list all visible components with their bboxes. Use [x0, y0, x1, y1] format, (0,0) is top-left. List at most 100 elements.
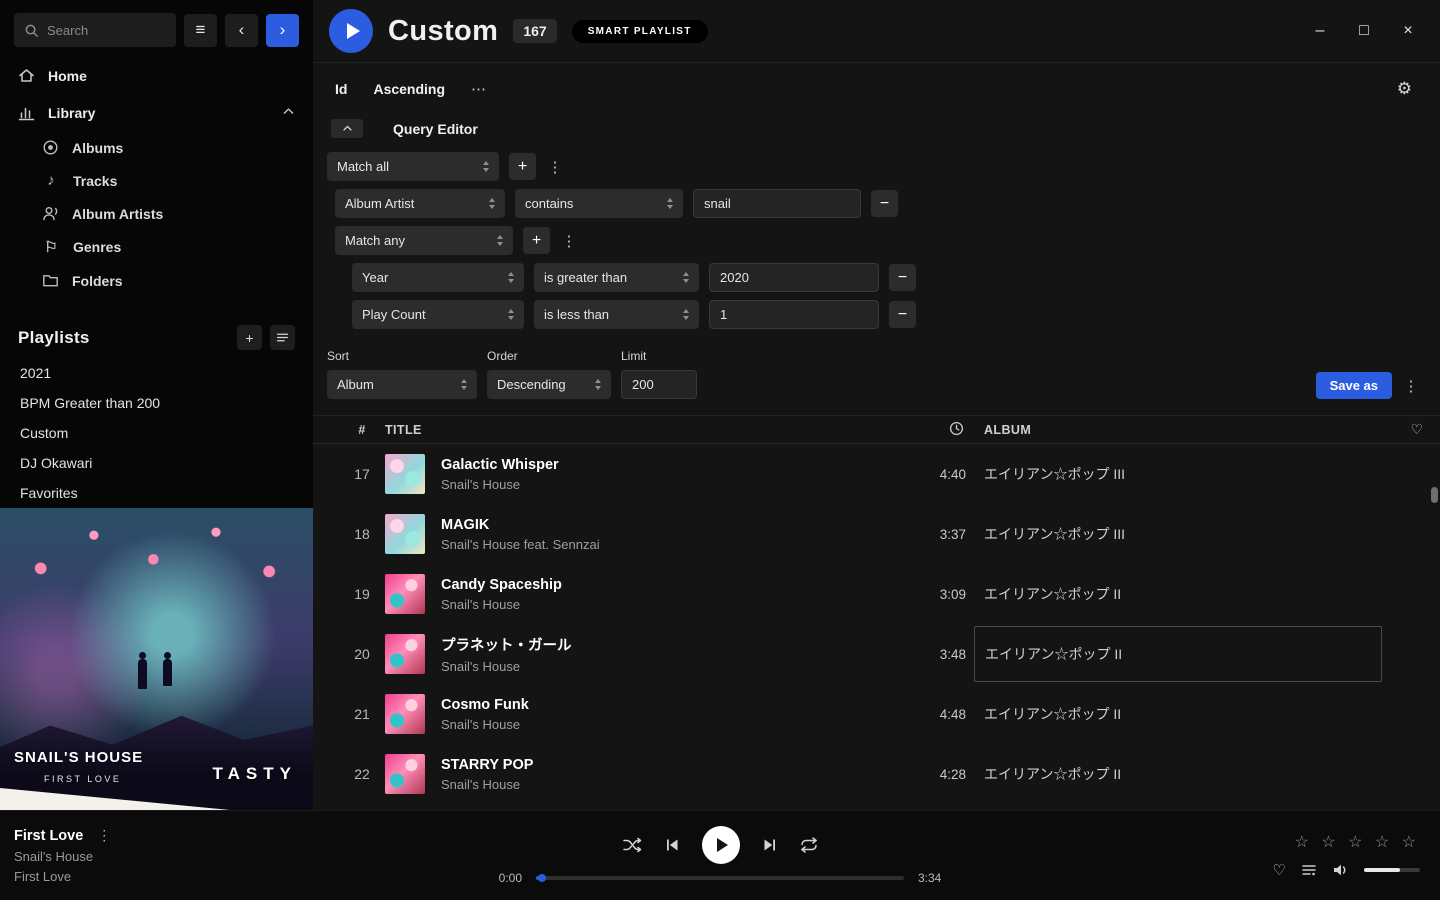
minimize-button[interactable]: – — [1312, 22, 1328, 40]
queue-icon[interactable] — [1301, 862, 1317, 878]
track-duration: 3:48 — [898, 647, 968, 662]
sort-field-button[interactable]: Id — [335, 81, 347, 97]
collapse-query-editor-button[interactable] — [331, 119, 363, 138]
track-title: プラネット・ガール — [441, 634, 898, 655]
track-album: エイリアン☆ポップ II — [984, 704, 1394, 724]
close-button[interactable]: × — [1400, 22, 1416, 40]
hamburger-icon: ≡ — [196, 20, 206, 40]
order-select[interactable]: Descending — [487, 370, 611, 399]
table-row[interactable]: 18 MAGIK Snail's House feat. Sennzai 3:3… — [313, 504, 1440, 564]
rule-value-input[interactable]: 1 — [709, 300, 879, 329]
sidebar-item-home[interactable]: Home — [0, 57, 313, 94]
settings-gear-icon[interactable]: ⚙ — [1397, 79, 1420, 99]
remove-rule-button[interactable]: − — [889, 264, 916, 291]
add-rule-button[interactable]: + — [509, 153, 536, 180]
favorite-heart-icon[interactable]: ♡ — [1273, 861, 1286, 879]
library-icon — [18, 104, 35, 121]
rule-operator-select[interactable]: contains — [515, 189, 683, 218]
playlist-item-bpm[interactable]: BPM Greater than 200 — [0, 388, 313, 418]
select-value: contains — [525, 196, 573, 211]
track-menu-button[interactable]: ⋮ — [97, 827, 111, 844]
menu-button[interactable]: ≡ — [184, 14, 217, 47]
remove-rule-button[interactable]: − — [889, 301, 916, 328]
rating-stars[interactable]: ☆ ☆ ☆ ☆ ☆ — [1295, 832, 1421, 852]
sort-select[interactable]: Album — [327, 370, 477, 399]
repeat-icon[interactable] — [800, 837, 818, 853]
library-collapse-toggle[interactable] — [282, 105, 295, 121]
rule-field-select[interactable]: Year — [352, 263, 524, 292]
table-row[interactable]: 19 Candy Spaceship Snail's House 3:09 エイ… — [313, 564, 1440, 624]
table-row[interactable]: 21 Cosmo Funk Snail's House 4:48 エイリアン☆ポ… — [313, 684, 1440, 744]
playlist-item-2021[interactable]: 2021 — [0, 358, 313, 388]
player-extras: ♡ — [1273, 861, 1420, 879]
save-as-button[interactable]: Save as — [1316, 372, 1392, 399]
rule-operator-select[interactable]: is less than — [534, 300, 699, 329]
playlist-item-dj-okawari[interactable]: DJ Okawari — [0, 448, 313, 478]
track-title-cell: STARRY POP Snail's House — [441, 757, 898, 792]
nav-back-button[interactable]: ‹ — [225, 14, 258, 47]
seek-bar[interactable] — [536, 876, 904, 880]
duration-clock-icon[interactable] — [949, 421, 968, 439]
track-title-cell: Candy Spaceship Snail's House — [441, 577, 898, 612]
nav-forward-button[interactable]: › — [266, 14, 299, 47]
add-playlist-button[interactable]: + — [237, 325, 262, 350]
playlist-item-favorites[interactable]: Favorites — [0, 478, 313, 508]
volume-slider[interactable] — [1364, 868, 1420, 872]
rule-operator-select[interactable]: is greater than — [534, 263, 699, 292]
volume-icon[interactable] — [1332, 862, 1349, 878]
play-icon — [347, 23, 360, 39]
sidebar-item-genres[interactable]: ⚐ Genres — [0, 230, 313, 264]
add-rule-button[interactable]: + — [523, 227, 550, 254]
shuffle-icon[interactable] — [623, 837, 642, 853]
smart-playlist-badge: SMART PLAYLIST — [572, 20, 708, 43]
sidebar-item-tracks[interactable]: ♪ Tracks — [0, 164, 313, 197]
sidebar-item-library[interactable]: Library — [0, 94, 313, 131]
more-options-button[interactable]: ⋯ — [471, 80, 486, 98]
previous-track-icon[interactable] — [664, 837, 680, 853]
playlist-list-button[interactable] — [270, 325, 295, 350]
limit-group: Limit 200 — [621, 349, 697, 399]
column-header-title[interactable]: TITLE — [385, 423, 898, 437]
query-editor-title: Query Editor — [393, 121, 478, 137]
table-row[interactable]: 17 Galactic Whisper Snail's House 4:40 エ… — [313, 444, 1440, 504]
plus-icon: + — [245, 330, 253, 346]
kebab-icon: ⋮ — [548, 158, 563, 176]
rule-field-select[interactable]: Album Artist — [335, 189, 505, 218]
sidebar-item-albums[interactable]: Albums — [0, 131, 313, 164]
rule-field-select[interactable]: Play Count — [352, 300, 524, 329]
player-bar: First Love ⋮ Snail's House First Love 0:… — [0, 810, 1440, 900]
play-pause-button[interactable] — [702, 826, 740, 864]
album-art-decoration — [163, 659, 172, 686]
remove-rule-button[interactable]: − — [871, 190, 898, 217]
search-input[interactable]: Search — [14, 13, 176, 47]
play-playlist-button[interactable] — [329, 9, 373, 53]
track-title-cell: Galactic Whisper Snail's House — [441, 457, 898, 492]
scrollbar-thumb[interactable] — [1431, 487, 1438, 503]
match-mode-select[interactable]: Match all — [327, 152, 499, 181]
flag-icon: ⚐ — [42, 238, 60, 256]
next-track-icon[interactable] — [762, 837, 778, 853]
rule-value-input[interactable]: 2020 — [709, 263, 879, 292]
column-header-number[interactable]: # — [339, 423, 385, 437]
track-album-focused-cell[interactable]: エイリアン☆ポップ II — [974, 626, 1382, 682]
playlist-item-custom[interactable]: Custom — [0, 418, 313, 448]
table-row[interactable]: 22 STARRY POP Snail's House 4:28 エイリアン☆ポ… — [313, 744, 1440, 804]
maximize-button[interactable]: □ — [1356, 22, 1372, 40]
group-menu-button[interactable]: ⋮ — [546, 153, 564, 180]
sidebar-item-album-artists[interactable]: Album Artists — [0, 197, 313, 230]
match-mode-select[interactable]: Match any — [335, 226, 513, 255]
column-header-album[interactable]: ALBUM — [984, 423, 1394, 437]
sort-toolbar: Id Ascending ⋯ ⚙ — [313, 63, 1440, 105]
content-area: Search ≡ ‹ › Home Library Albums — [0, 0, 1440, 810]
group-menu-button[interactable]: ⋮ — [560, 227, 578, 254]
seek-handle[interactable] — [538, 874, 546, 882]
sidebar-item-label: Folders — [72, 273, 123, 289]
sort-direction-button[interactable]: Ascending — [373, 81, 445, 97]
now-playing-album-art[interactable]: SNAIL'S HOUSE FIRST LOVE TASTY — [0, 508, 313, 810]
rule-value-input[interactable]: snail — [693, 189, 861, 218]
save-menu-button[interactable]: ⋮ — [1402, 372, 1420, 399]
favorite-column-icon[interactable]: ♡ — [1411, 421, 1424, 438]
sidebar-item-folders[interactable]: Folders — [0, 264, 313, 297]
table-row[interactable]: 20 プラネット・ガール Snail's House 3:48 エイリアン☆ポッ… — [313, 624, 1440, 684]
limit-input[interactable]: 200 — [621, 370, 697, 399]
